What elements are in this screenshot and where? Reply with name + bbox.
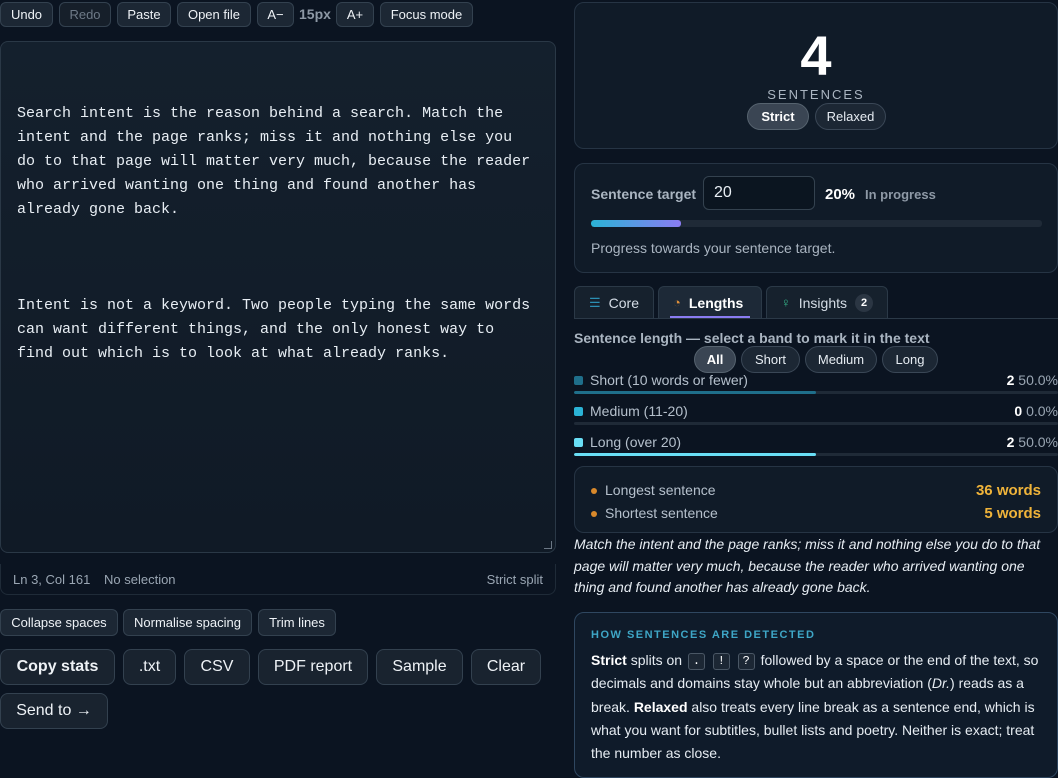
tab-insights[interactable]: ♀ Insights 2 (766, 286, 888, 319)
split-mode-status: Strict split (486, 572, 543, 587)
pdf-report-button[interactable]: PDF report (258, 649, 368, 685)
length-panel-title: Sentence length — select a band to mark … (574, 330, 930, 346)
cursor-position: Ln 3, Col 161 (13, 572, 91, 587)
band-label: Short (10 words or fewer) (590, 372, 748, 388)
sentence-count-card: 4 SENTENCES Strict Relaxed (574, 2, 1058, 149)
normalise-spacing-button[interactable]: Normalise spacing (123, 609, 252, 636)
editor-paragraph: Intent is not a keyword. Two people typi… (17, 297, 540, 362)
length-band-row[interactable]: Medium (11-20) 0 0.0% (574, 402, 1058, 425)
band-track (574, 422, 1058, 425)
band-track (574, 391, 1058, 394)
insights-count-badge: 2 (855, 293, 873, 312)
band-fill (574, 453, 816, 456)
tab-insights-label: Insights (798, 294, 847, 311)
list-icon: ☰ (589, 294, 601, 310)
lightbulb-icon: ♀ (781, 295, 791, 310)
target-progress-track (591, 220, 1042, 227)
tab-core[interactable]: ☰ Core (574, 286, 654, 319)
shortest-sentence-label: Shortest sentence (605, 505, 718, 521)
band-label: Medium (11-20) (590, 403, 688, 419)
text-editor[interactable]: Search intent is the reason behind a sea… (0, 41, 556, 553)
target-help-text: Progress towards your sentence target. (591, 240, 836, 256)
band-value: 2 50.0% (1006, 372, 1058, 388)
tab-lengths[interactable]: ◔ Lengths (658, 286, 762, 319)
relaxed-term: Relaxed (633, 698, 688, 715)
question-key: ? (737, 653, 755, 670)
redo-button[interactable]: Redo (59, 2, 111, 27)
font-increase-button[interactable]: A+ (336, 2, 374, 27)
focus-mode-button[interactable]: Focus mode (380, 2, 473, 27)
target-progress-fill (591, 220, 682, 227)
longest-sentence-value: 36 words (975, 482, 1041, 499)
abbreviation-example: Dr. (931, 675, 951, 692)
length-band-row[interactable]: Short (10 words or fewer) 2 50.0% (574, 371, 1058, 394)
tab-core-label: Core (608, 294, 640, 311)
collapse-spaces-button[interactable]: Collapse spaces (0, 609, 118, 636)
band-fill (574, 391, 816, 394)
filter-short[interactable]: Short (741, 346, 800, 373)
font-decrease-button[interactable]: A− (257, 2, 294, 27)
tab-lengths-label: Lengths (688, 294, 744, 311)
band-swatch (574, 438, 583, 447)
paste-button[interactable]: Paste (117, 2, 171, 27)
font-size-readout: 15px (299, 6, 331, 22)
length-band-row[interactable]: Long (over 20) 2 50.0% (574, 433, 1058, 456)
band-swatch (574, 407, 583, 416)
splits-on-text: splits on (630, 652, 683, 668)
band-value: 0 0.0% (1014, 403, 1058, 419)
bullet-icon (591, 488, 597, 494)
pie-chart-icon: ◔ (673, 295, 681, 310)
target-percent: 20% (825, 186, 856, 203)
trim-lines-button[interactable]: Trim lines (258, 609, 336, 636)
band-track (574, 453, 1058, 456)
clear-button[interactable]: Clear (471, 649, 541, 685)
copy-stats-button[interactable]: Copy stats (0, 649, 115, 685)
editor-paragraph: Search intent is the reason behind a sea… (17, 105, 540, 218)
resize-handle-icon[interactable] (544, 541, 552, 549)
filter-medium[interactable]: Medium (805, 346, 877, 373)
mode-strict-toggle[interactable]: Strict (747, 103, 809, 130)
mode-relaxed-toggle[interactable]: Relaxed (815, 103, 886, 130)
strict-term: Strict (591, 652, 627, 668)
sample-button[interactable]: Sample (376, 649, 463, 685)
active-tab-indicator (670, 316, 750, 318)
band-label: Long (over 20) (590, 434, 682, 450)
sentence-count: 4 (800, 24, 832, 87)
target-input[interactable] (703, 176, 815, 210)
detection-info-card: HOW SENTENCES ARE DETECTED Strict splits… (574, 612, 1058, 778)
bullet-icon (591, 511, 597, 517)
extremes-card: Longest sentence 36 words Shortest sente… (574, 466, 1058, 533)
band-value: 2 50.0% (1006, 434, 1058, 450)
send-to-button[interactable]: Send to → (0, 693, 108, 729)
export-csv-button[interactable]: CSV (184, 649, 250, 685)
editor-status-bar: Ln 3, Col 161 No selection Strict split (0, 564, 556, 595)
undo-button[interactable]: Undo (0, 2, 53, 27)
filter-long[interactable]: Long (882, 346, 938, 373)
sentence-preview: Match the intent and the page ranks; mis… (574, 536, 1041, 595)
tab-bar-divider (574, 318, 1058, 319)
sentence-count-label: SENTENCES (767, 87, 865, 102)
target-label: Sentence target (591, 186, 697, 202)
filter-all[interactable]: All (694, 346, 736, 373)
sentence-target-card: Sentence target 20% In progress Progress… (574, 163, 1058, 273)
shortest-sentence-value: 5 words (984, 505, 1041, 522)
detection-info-title: HOW SENTENCES ARE DETECTED (591, 629, 816, 641)
longest-sentence-label: Longest sentence (605, 482, 716, 498)
target-state: In progress (865, 187, 936, 202)
exclamation-key: ! (712, 653, 730, 670)
export-txt-button[interactable]: .txt (123, 649, 176, 685)
detection-info-body: Strict splits on . ! ? followed by a spa… (591, 649, 1047, 765)
period-key: . (687, 653, 705, 670)
band-swatch (574, 376, 583, 385)
open-file-button[interactable]: Open file (177, 2, 251, 27)
selection-status: No selection (104, 572, 176, 587)
